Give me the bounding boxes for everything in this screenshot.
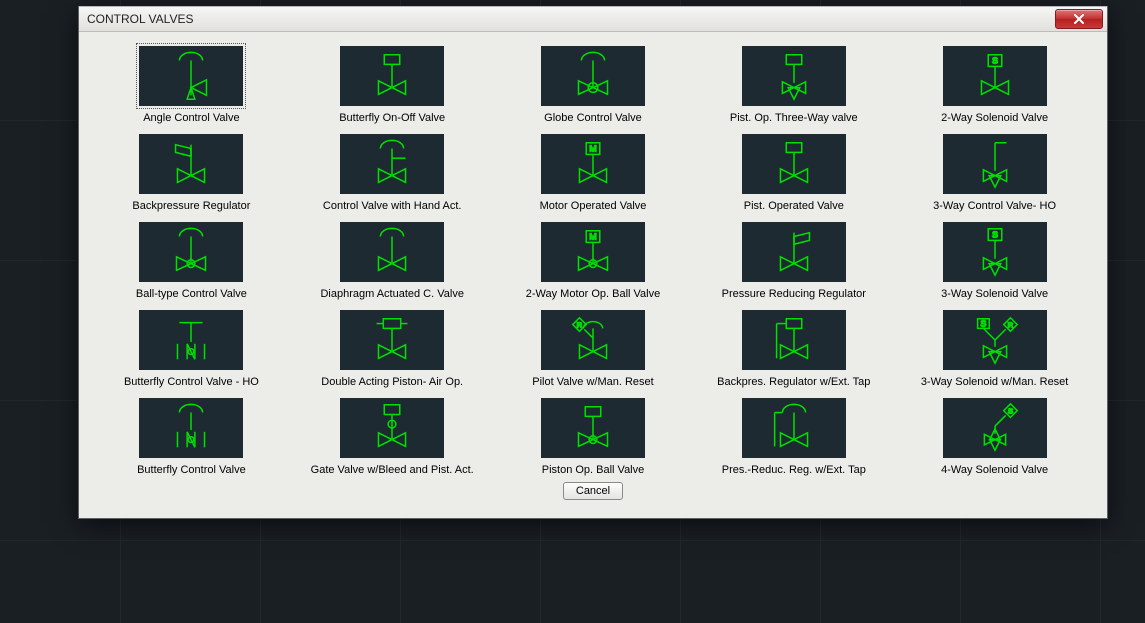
butterfly-control-valve-icon [139,398,243,458]
control-valves-dialog: CONTROL VALVES Angle Control Valve Butter… [78,6,1108,519]
valve-item-label: Butterfly Control Valve [137,464,246,478]
valve-item-label: 2-Way Solenoid Valve [941,112,1048,126]
valve-item-butterfly-on-off-valve[interactable]: Butterfly On-Off Valve [292,46,493,126]
pressure-reducing-regulator-icon [742,222,846,282]
valve-item-control-valve-hand-act[interactable]: Control Valve with Hand Act. [292,134,493,214]
valve-item-label: Pist. Operated Valve [744,200,844,214]
valve-item-label: Control Valve with Hand Act. [323,200,462,214]
valve-item-label: Pressure Reducing Regulator [722,288,866,302]
pist-op-three-way-valve-icon [742,46,846,106]
valve-item-label: Diaphragm Actuated C. Valve [320,288,463,302]
pist-operated-valve-icon [742,134,846,194]
valve-item-two-way-motor-op-ball-valve[interactable]: M 2-Way Motor Op. Ball Valve [493,222,694,302]
butterfly-on-off-valve-icon [340,46,444,106]
svg-text:S: S [1007,407,1012,416]
close-icon [1073,14,1085,24]
valve-item-piston-op-ball-valve[interactable]: Piston Op. Ball Valve [493,398,694,478]
valve-item-label: 3-Way Solenoid w/Man. Reset [921,376,1069,390]
valve-item-diaphragm-actuated-c-valve[interactable]: Diaphragm Actuated C. Valve [292,222,493,302]
valve-item-backpres-regulator-ext-tap[interactable]: Backpres. Regulator w/Ext. Tap [693,310,894,390]
valve-item-label: Angle Control Valve [143,112,239,126]
diaphragm-actuated-c-valve-icon [340,222,444,282]
ball-type-control-valve-icon [139,222,243,282]
pres-reduc-reg-ext-tap-icon [742,398,846,458]
motor-operated-valve-icon: M [541,134,645,194]
svg-text:R: R [1007,320,1013,329]
valve-item-label: 2-Way Motor Op. Ball Valve [526,288,661,302]
svg-text:S: S [980,318,986,328]
valve-item-pressure-reducing-regulator[interactable]: Pressure Reducing Regulator [693,222,894,302]
valve-item-label: 3-Way Control Valve- HO [933,200,1056,214]
valve-item-gate-valve-bleed-pist-act[interactable]: Gate Valve w/Bleed and Pist. Act. [292,398,493,478]
valve-item-label: Double Acting Piston- Air Op. [321,376,463,390]
backpres-regulator-ext-tap-icon [742,310,846,370]
valve-item-label: Globe Control Valve [544,112,642,126]
titlebar: CONTROL VALVES [79,6,1107,32]
dialog-footer: Cancel [91,478,1095,510]
double-acting-piston-air-op-icon [340,310,444,370]
valve-item-label: Pres.-Reduc. Reg. w/Ext. Tap [722,464,866,478]
control-valve-hand-act-icon [340,134,444,194]
four-way-solenoid-valve-icon: S [943,398,1047,458]
close-button[interactable] [1055,9,1103,29]
valve-item-pist-operated-valve[interactable]: Pist. Operated Valve [693,134,894,214]
valve-item-ball-type-control-valve[interactable]: Ball-type Control Valve [91,222,292,302]
valve-item-label: 3-Way Solenoid Valve [941,288,1048,302]
three-way-control-valve-ho-icon [943,134,1047,194]
valve-item-double-acting-piston-air-op[interactable]: Double Acting Piston- Air Op. [292,310,493,390]
svg-text:S: S [992,230,998,240]
valve-item-label: Piston Op. Ball Valve [542,464,645,478]
cancel-button[interactable]: Cancel [563,482,623,500]
angle-control-valve-icon [139,46,243,106]
valve-item-label: Butterfly Control Valve - HO [124,376,259,390]
valve-item-backpressure-regulator[interactable]: Backpressure Regulator [91,134,292,214]
valve-item-pres-reduc-reg-ext-tap[interactable]: Pres.-Reduc. Reg. w/Ext. Tap [693,398,894,478]
valve-item-three-way-solenoid-man-reset[interactable]: SR3-Way Solenoid w/Man. Reset [894,310,1095,390]
valve-item-globe-control-valve[interactable]: Globe Control Valve [493,46,694,126]
two-way-solenoid-valve-icon: S [943,46,1047,106]
valve-item-three-way-solenoid-valve[interactable]: S 3-Way Solenoid Valve [894,222,1095,302]
valve-item-label: Ball-type Control Valve [136,288,247,302]
backpressure-regulator-icon [139,134,243,194]
svg-text:R: R [577,320,583,329]
globe-control-valve-icon [541,46,645,106]
valve-item-label: Gate Valve w/Bleed and Pist. Act. [311,464,474,478]
valve-item-butterfly-control-valve-ho[interactable]: Butterfly Control Valve - HO [91,310,292,390]
valve-grid: Angle Control Valve Butterfly On-Off Valv… [91,46,1095,478]
dialog-title: CONTROL VALVES [87,12,1055,26]
valve-item-butterfly-control-valve[interactable]: Butterfly Control Valve [91,398,292,478]
valve-item-two-way-solenoid-valve[interactable]: S 2-Way Solenoid Valve [894,46,1095,126]
valve-item-pist-op-three-way-valve[interactable]: Pist. Op. Three-Way valve [693,46,894,126]
pilot-valve-man-reset-icon: R [541,310,645,370]
valve-item-angle-control-valve[interactable]: Angle Control Valve [91,46,292,126]
valve-item-motor-operated-valve[interactable]: M Motor Operated Valve [493,134,694,214]
valve-item-label: 4-Way Solenoid Valve [941,464,1048,478]
valve-item-label: Pilot Valve w/Man. Reset [532,376,653,390]
gate-valve-bleed-pist-act-icon [340,398,444,458]
valve-item-label: Motor Operated Valve [540,200,647,214]
three-way-solenoid-valve-icon: S [943,222,1047,282]
valve-item-three-way-control-valve-ho[interactable]: 3-Way Control Valve- HO [894,134,1095,214]
valve-item-pilot-valve-man-reset[interactable]: R Pilot Valve w/Man. Reset [493,310,694,390]
svg-text:S: S [992,55,998,65]
two-way-motor-op-ball-valve-icon: M [541,222,645,282]
valve-item-label: Backpres. Regulator w/Ext. Tap [717,376,870,390]
valve-item-label: Pist. Op. Three-Way valve [730,112,858,126]
butterfly-control-valve-ho-icon [139,310,243,370]
svg-text:M: M [589,231,596,241]
svg-text:M: M [589,143,596,153]
piston-op-ball-valve-icon [541,398,645,458]
valve-item-label: Backpressure Regulator [132,200,250,214]
dialog-content: Angle Control Valve Butterfly On-Off Valv… [79,32,1107,518]
valve-item-four-way-solenoid-valve[interactable]: S 4-Way Solenoid Valve [894,398,1095,478]
three-way-solenoid-man-reset-icon: SR [943,310,1047,370]
valve-item-label: Butterfly On-Off Valve [339,112,445,126]
